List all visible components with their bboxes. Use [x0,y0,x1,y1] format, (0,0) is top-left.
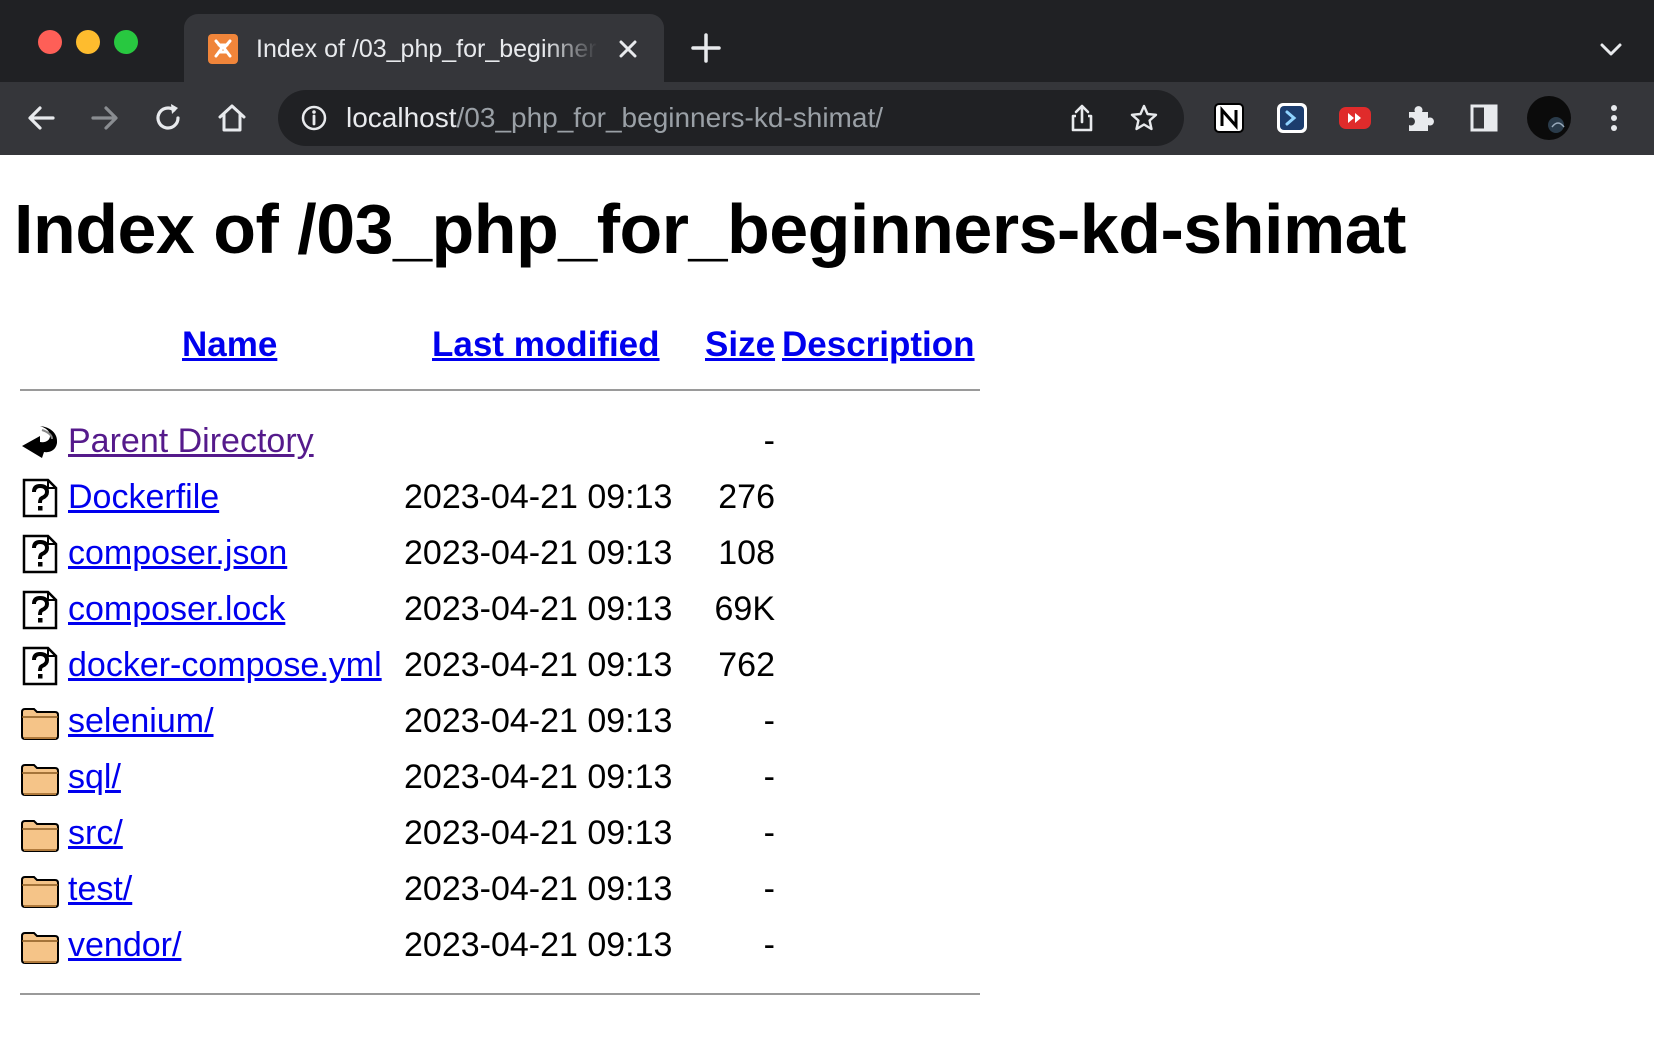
row-size: - [763,926,775,964]
row-size: - [763,814,775,852]
bookmark-star-icon[interactable] [1128,102,1160,134]
folder-link[interactable]: sql/ [68,754,121,800]
row-size: - [763,870,775,908]
row-size: - [763,758,775,796]
prompt-extension-icon[interactable] [1272,98,1312,138]
row-modified: 2023-04-21 09:13 [404,758,673,796]
parent-directory-link[interactable]: Parent Directory [68,418,314,464]
close-window-button[interactable] [38,30,62,54]
sort-by-name-link[interactable]: Name [182,323,277,367]
table-row: Parent Directory - [0,416,1000,466]
folder-link[interactable]: selenium/ [68,698,214,744]
row-modified: 2023-04-21 09:13 [404,534,673,572]
folder-link[interactable]: vendor/ [68,922,181,968]
folder-icon [20,814,60,854]
url-host: localhost [346,102,457,133]
row-modified: 2023-04-21 09:13 [404,814,673,852]
back-arrow-icon[interactable] [22,98,62,138]
row-size: - [763,702,775,740]
table-row: selenium/ 2023-04-21 09:13 - [0,696,1000,746]
home-icon[interactable] [212,98,252,138]
back-arrow-icon [20,422,60,462]
browser-chrome: Index of /03_php_for_beginners-kd-shimat [0,0,1654,155]
header-divider [20,389,980,391]
address-url[interactable]: localhost/03_php_for_beginners-kd-shimat… [346,101,883,135]
table-row: docker-compose.yml 2023-04-21 09:13 762 [0,640,1000,690]
unknown-file-icon [20,590,60,630]
table-row: composer.json 2023-04-21 09:13 108 [0,528,1000,578]
window-controls [38,30,138,54]
video-speed-icon[interactable] [1335,98,1375,138]
folder-icon [20,758,60,798]
folder-icon [20,870,60,910]
table-row: vendor/ 2023-04-21 09:13 - [0,920,1000,970]
folder-link[interactable]: src/ [68,810,123,856]
table-row: src/ 2023-04-21 09:13 - [0,808,1000,858]
url-path: /03_php_for_beginners-kd-shimat/ [456,102,883,133]
row-size: - [763,422,775,460]
row-modified: 2023-04-21 09:13 [404,870,673,908]
folder-link[interactable]: test/ [68,866,132,912]
address-bar[interactable]: localhost/03_php_for_beginners-kd-shimat… [278,90,1184,146]
page-title: Index of /03_php_for_beginners-kd-shimat [14,190,1406,268]
unknown-file-icon [20,646,60,686]
notion-icon[interactable] [1209,98,1249,138]
sort-by-description-link[interactable]: Description [782,323,975,367]
unknown-file-icon [20,534,60,574]
active-tab[interactable]: Index of /03_php_for_beginners-kd-shimat [184,14,664,82]
sort-by-size-link[interactable]: Size [705,323,775,367]
row-modified: 2023-04-21 09:13 [404,590,673,628]
tab-close-icon[interactable] [614,35,642,63]
table-row: composer.lock 2023-04-21 09:13 69K [0,584,1000,634]
forward-arrow-icon[interactable] [84,98,124,138]
file-link[interactable]: composer.json [68,530,287,576]
site-info-icon[interactable] [300,104,328,132]
file-link[interactable]: composer.lock [68,586,285,632]
file-link[interactable]: docker-compose.yml [68,642,382,688]
footer-divider [20,993,980,995]
new-tab-plus-icon[interactable] [690,32,722,64]
table-row: test/ 2023-04-21 09:13 - [0,864,1000,914]
folder-icon [20,926,60,966]
row-modified: 2023-04-21 09:13 [404,702,673,740]
table-row: Dockerfile 2023-04-21 09:13 276 [0,472,1000,522]
folder-icon [20,702,60,742]
row-modified: 2023-04-21 09:13 [404,646,673,684]
page-content: Index of /03_php_for_beginners-kd-shimat… [0,155,1654,1062]
xampp-icon [208,34,238,64]
tab-search-chevron-down-icon[interactable] [1598,36,1624,62]
sort-by-last-modified-link[interactable]: Last modified [432,323,660,367]
row-size: 276 [718,478,775,516]
side-panel-icon[interactable] [1464,98,1504,138]
zoom-window-button[interactable] [114,30,138,54]
puzzle-extensions-icon[interactable] [1400,98,1440,138]
minimize-window-button[interactable] [76,30,100,54]
unknown-file-icon [20,478,60,518]
row-modified: 2023-04-21 09:13 [404,926,673,964]
row-modified: 2023-04-21 09:13 [404,478,673,516]
browser-toolbar: localhost/03_php_for_beginners-kd-shimat… [0,82,1654,155]
row-size: 69K [714,590,776,628]
file-link[interactable]: Dockerfile [68,474,219,520]
profile-avatar[interactable] [1526,95,1572,141]
table-row: sql/ 2023-04-21 09:13 - [0,752,1000,802]
tab-title: Index of /03_php_for_beginners-kd-shimat [256,35,598,63]
row-size: 108 [718,534,775,572]
more-menu-icon[interactable] [1594,98,1634,138]
reload-icon[interactable] [148,98,188,138]
share-icon[interactable] [1066,102,1098,134]
tab-strip: Index of /03_php_for_beginners-kd-shimat [0,0,1654,82]
row-size: 762 [718,646,775,684]
